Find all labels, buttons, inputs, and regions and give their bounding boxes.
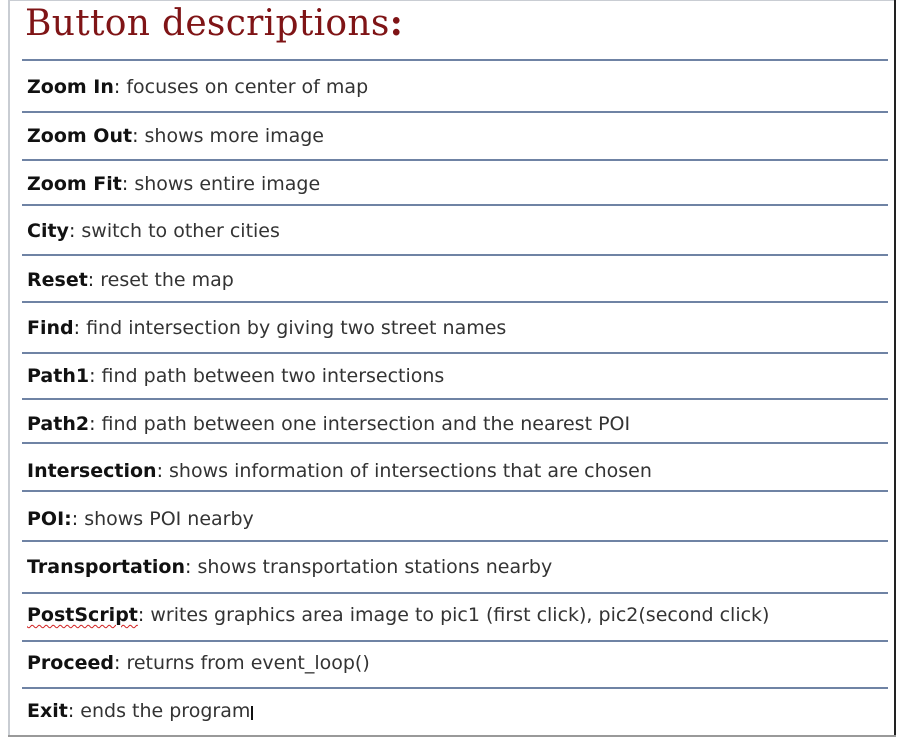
button-name: Zoom Fit <box>27 173 122 195</box>
separator: : <box>185 556 198 578</box>
button-description-row: Reset: reset the map <box>27 268 887 292</box>
separator-rule <box>22 640 888 642</box>
text-cursor <box>251 706 254 720</box>
button-name: Find <box>27 317 74 339</box>
button-name: Exit <box>27 700 68 722</box>
separator-rule <box>22 398 888 400</box>
button-description-row: PostScript: writes graphics area image t… <box>27 603 887 627</box>
button-description: reset the map <box>100 269 234 291</box>
separator: : <box>132 125 145 147</box>
button-description: shows POI nearby <box>84 508 254 530</box>
separator-rule <box>22 301 888 303</box>
button-description: focuses on center of map <box>126 76 369 98</box>
button-description-row: Zoom In: focuses on center of map <box>27 75 887 99</box>
button-name: Zoom In <box>27 76 114 98</box>
button-name: Zoom Out <box>27 125 133 147</box>
button-description-row: Exit: ends the program <box>27 699 887 723</box>
separator-rule <box>22 592 888 594</box>
button-description-row: Path2: find path between one intersectio… <box>27 412 887 436</box>
separator: : <box>156 460 170 482</box>
button-description: find path between one intersection and t… <box>101 413 631 435</box>
separator-rule <box>22 490 888 492</box>
button-description: ends the program <box>80 700 251 722</box>
separator: : <box>89 413 102 435</box>
separator-rule <box>22 159 888 161</box>
button-description-row: Intersection: shows information of inter… <box>27 459 887 483</box>
button-name: Path2 <box>27 413 90 435</box>
separator: : <box>113 652 127 674</box>
button-name: Path1 <box>27 365 90 387</box>
document-page: Button descriptions: Zoom In: focuses on… <box>0 0 900 737</box>
separator-rule <box>22 687 888 689</box>
button-description-row: Zoom Out: shows more image <box>27 124 887 148</box>
button-description: writes graphics area image to pic1 (firs… <box>150 604 770 626</box>
button-description: shows transportation stations nearby <box>197 556 553 578</box>
button-description-row: Zoom Fit: shows entire image <box>27 172 887 196</box>
page-border-top <box>8 0 894 1</box>
button-description: find intersection by giving two street n… <box>86 317 507 339</box>
separator: : <box>73 317 87 339</box>
button-description-row: Transportation: shows transportation sta… <box>27 555 887 579</box>
button-description: returns from event_loop() <box>126 652 370 674</box>
button-name: POI: <box>27 508 72 530</box>
separator: : <box>113 76 127 98</box>
button-description: find path between two intersections <box>101 365 445 387</box>
separator-rule <box>22 352 888 354</box>
button-name: Intersection <box>27 460 157 482</box>
button-description: shows information of intersections that … <box>169 460 652 482</box>
separator-rule <box>22 204 888 206</box>
button-description-row: Path1: find path between two intersectio… <box>27 364 887 388</box>
separator-rule <box>22 254 888 256</box>
page-border-right <box>894 0 896 737</box>
separator-rule <box>22 442 888 444</box>
button-description-row: Find: find intersection by giving two st… <box>27 316 887 340</box>
button-name: Proceed <box>27 652 114 674</box>
button-name: PostScript <box>27 604 138 626</box>
button-description: shows entire image <box>134 173 321 195</box>
page-title: Button descriptions: <box>25 2 403 44</box>
separator-rule <box>22 59 888 61</box>
separator: : <box>89 365 102 387</box>
button-name: Reset <box>27 269 88 291</box>
separator-rule <box>22 111 888 113</box>
separator: : <box>68 220 82 242</box>
title-colon: : <box>389 2 404 44</box>
button-name: City <box>27 220 69 242</box>
button-description-row: City: switch to other cities <box>27 219 887 243</box>
separator: : <box>67 700 81 722</box>
separator-rule <box>22 540 888 542</box>
button-description: switch to other cities <box>81 220 280 242</box>
page-border-left <box>8 0 10 737</box>
title-text: Button descriptions <box>25 3 390 44</box>
separator: : <box>71 508 85 530</box>
separator: : <box>137 604 151 626</box>
button-description-row: Proceed: returns from event_loop() <box>27 651 887 675</box>
button-description: shows more image <box>144 125 324 147</box>
button-name: Transportation <box>27 556 186 578</box>
button-description-row: POI:: shows POI nearby <box>27 507 887 531</box>
separator: : <box>87 269 101 291</box>
separator: : <box>121 173 135 195</box>
